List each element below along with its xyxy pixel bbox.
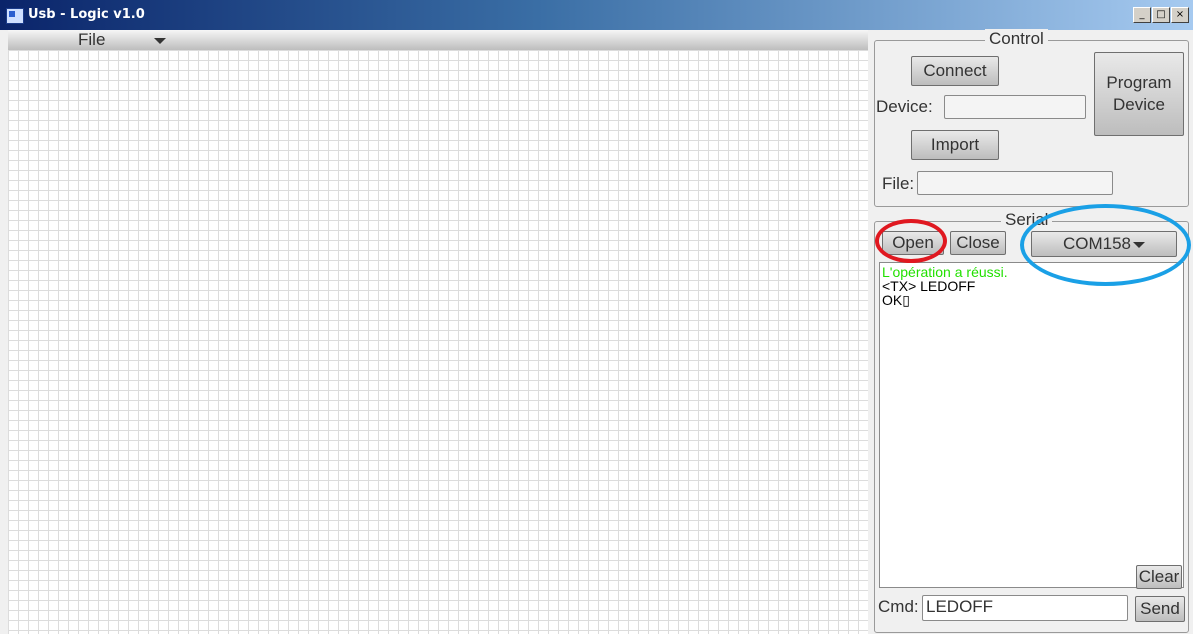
connect-button[interactable]: Connect bbox=[911, 56, 999, 86]
device-field[interactable] bbox=[944, 95, 1086, 119]
file-label: File: bbox=[882, 174, 915, 193]
cmd-label: Cmd: bbox=[878, 597, 919, 616]
control-group-title: Control bbox=[985, 29, 1048, 49]
minimize-button[interactable]: _ bbox=[1133, 7, 1151, 23]
clear-console-button[interactable]: Clear bbox=[1136, 565, 1182, 589]
cmd-input[interactable]: LEDOFF bbox=[922, 595, 1128, 621]
file-field[interactable] bbox=[917, 171, 1113, 195]
window-controls: _ □ × bbox=[1133, 7, 1189, 23]
send-button[interactable]: Send bbox=[1135, 596, 1185, 622]
design-canvas-grid[interactable] bbox=[8, 50, 868, 634]
red-highlight-circle bbox=[875, 219, 947, 263]
title-bar[interactable]: Usb - Logic v1.0 _ □ × bbox=[0, 0, 1193, 30]
device-label: Device: bbox=[876, 97, 933, 116]
menu-bar: File bbox=[8, 30, 868, 50]
close-port-button[interactable]: Close bbox=[950, 231, 1006, 255]
serial-console[interactable]: L'opération a réussi. <TX> LEDOFF OK▯ bbox=[879, 262, 1184, 588]
console-line: OK▯ bbox=[882, 292, 910, 308]
close-window-button[interactable]: × bbox=[1171, 7, 1189, 23]
maximize-button[interactable]: □ bbox=[1152, 7, 1170, 23]
file-menu[interactable]: File bbox=[78, 30, 105, 50]
blue-highlight-circle bbox=[1020, 204, 1191, 286]
program-device-label-line1: Program bbox=[1106, 73, 1172, 92]
program-device-button[interactable]: Program Device bbox=[1094, 52, 1184, 136]
program-device-label-line2: Device bbox=[1113, 95, 1165, 114]
app-icon bbox=[6, 8, 24, 24]
window-title: Usb - Logic v1.0 bbox=[28, 7, 145, 22]
import-button[interactable]: Import bbox=[911, 130, 999, 160]
file-menu-dropdown-arrow-icon[interactable] bbox=[154, 38, 166, 44]
